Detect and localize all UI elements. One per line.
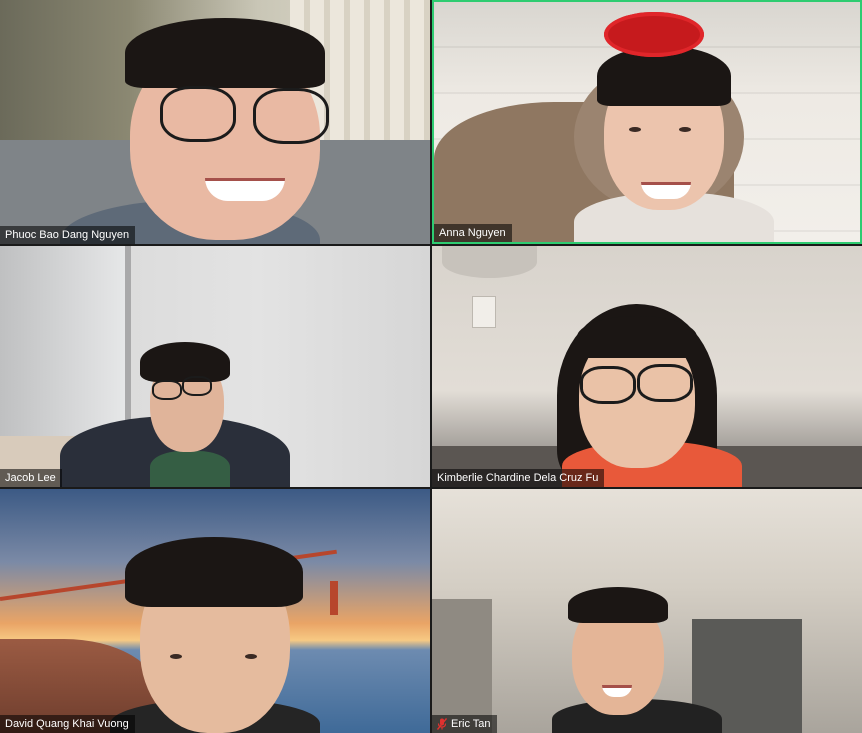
video-tile-participant-2[interactable]: Anna Nguyen	[432, 0, 862, 244]
hair	[140, 342, 230, 382]
red-bow	[604, 12, 704, 57]
microphone-muted-icon	[437, 718, 447, 730]
light-switch	[472, 296, 496, 328]
video-tile-participant-4[interactable]: Kimberlie Chardine Dela Cruz Fu	[432, 246, 862, 487]
shelf	[432, 599, 492, 733]
eye-left	[170, 654, 182, 659]
participant-name: Phuoc Bao Dang Nguyen	[5, 229, 130, 241]
smile	[205, 178, 285, 201]
participant-name: Kimberlie Chardine Dela Cruz Fu	[437, 472, 599, 484]
video-tile-participant-3[interactable]: Jacob Lee	[0, 246, 430, 487]
glasses-left	[160, 86, 236, 142]
participant-name: Jacob Lee	[5, 472, 56, 484]
wall-lamp	[442, 246, 537, 278]
hair	[568, 587, 668, 623]
glasses-right	[253, 88, 329, 144]
video-tile-participant-6[interactable]: Eric Tan	[432, 489, 862, 733]
participant-name: David Quang Khai Vuong	[5, 718, 129, 730]
participant-name-label: Jacob Lee	[0, 469, 62, 487]
eye-right	[679, 127, 691, 132]
video-grid: Phuoc Bao Dang Nguyen Anna Nguyen Jacob …	[0, 0, 862, 733]
hair	[125, 18, 325, 88]
participant-name-label: Eric Tan	[432, 715, 497, 733]
hair	[125, 537, 303, 607]
participant-name: Anna Nguyen	[439, 227, 506, 239]
participant-name: Eric Tan	[451, 718, 491, 730]
glasses-right	[182, 376, 212, 396]
video-tile-participant-5[interactable]: David Quang Khai Vuong	[0, 489, 430, 733]
glasses-right	[637, 364, 693, 402]
glasses-left	[580, 366, 636, 404]
participant-name-label: Anna Nguyen	[434, 224, 512, 242]
eye-left	[629, 127, 641, 132]
bangs	[577, 316, 697, 358]
participant-name-label: David Quang Khai Vuong	[0, 715, 135, 733]
participant-name-label: Phuoc Bao Dang Nguyen	[0, 226, 136, 244]
eye-right	[245, 654, 257, 659]
video-tile-participant-1[interactable]: Phuoc Bao Dang Nguyen	[0, 0, 430, 244]
participant-name-label: Kimberlie Chardine Dela Cruz Fu	[432, 469, 605, 487]
bridge-tower	[330, 581, 338, 615]
shirt	[150, 451, 230, 487]
glasses-left	[152, 380, 182, 400]
